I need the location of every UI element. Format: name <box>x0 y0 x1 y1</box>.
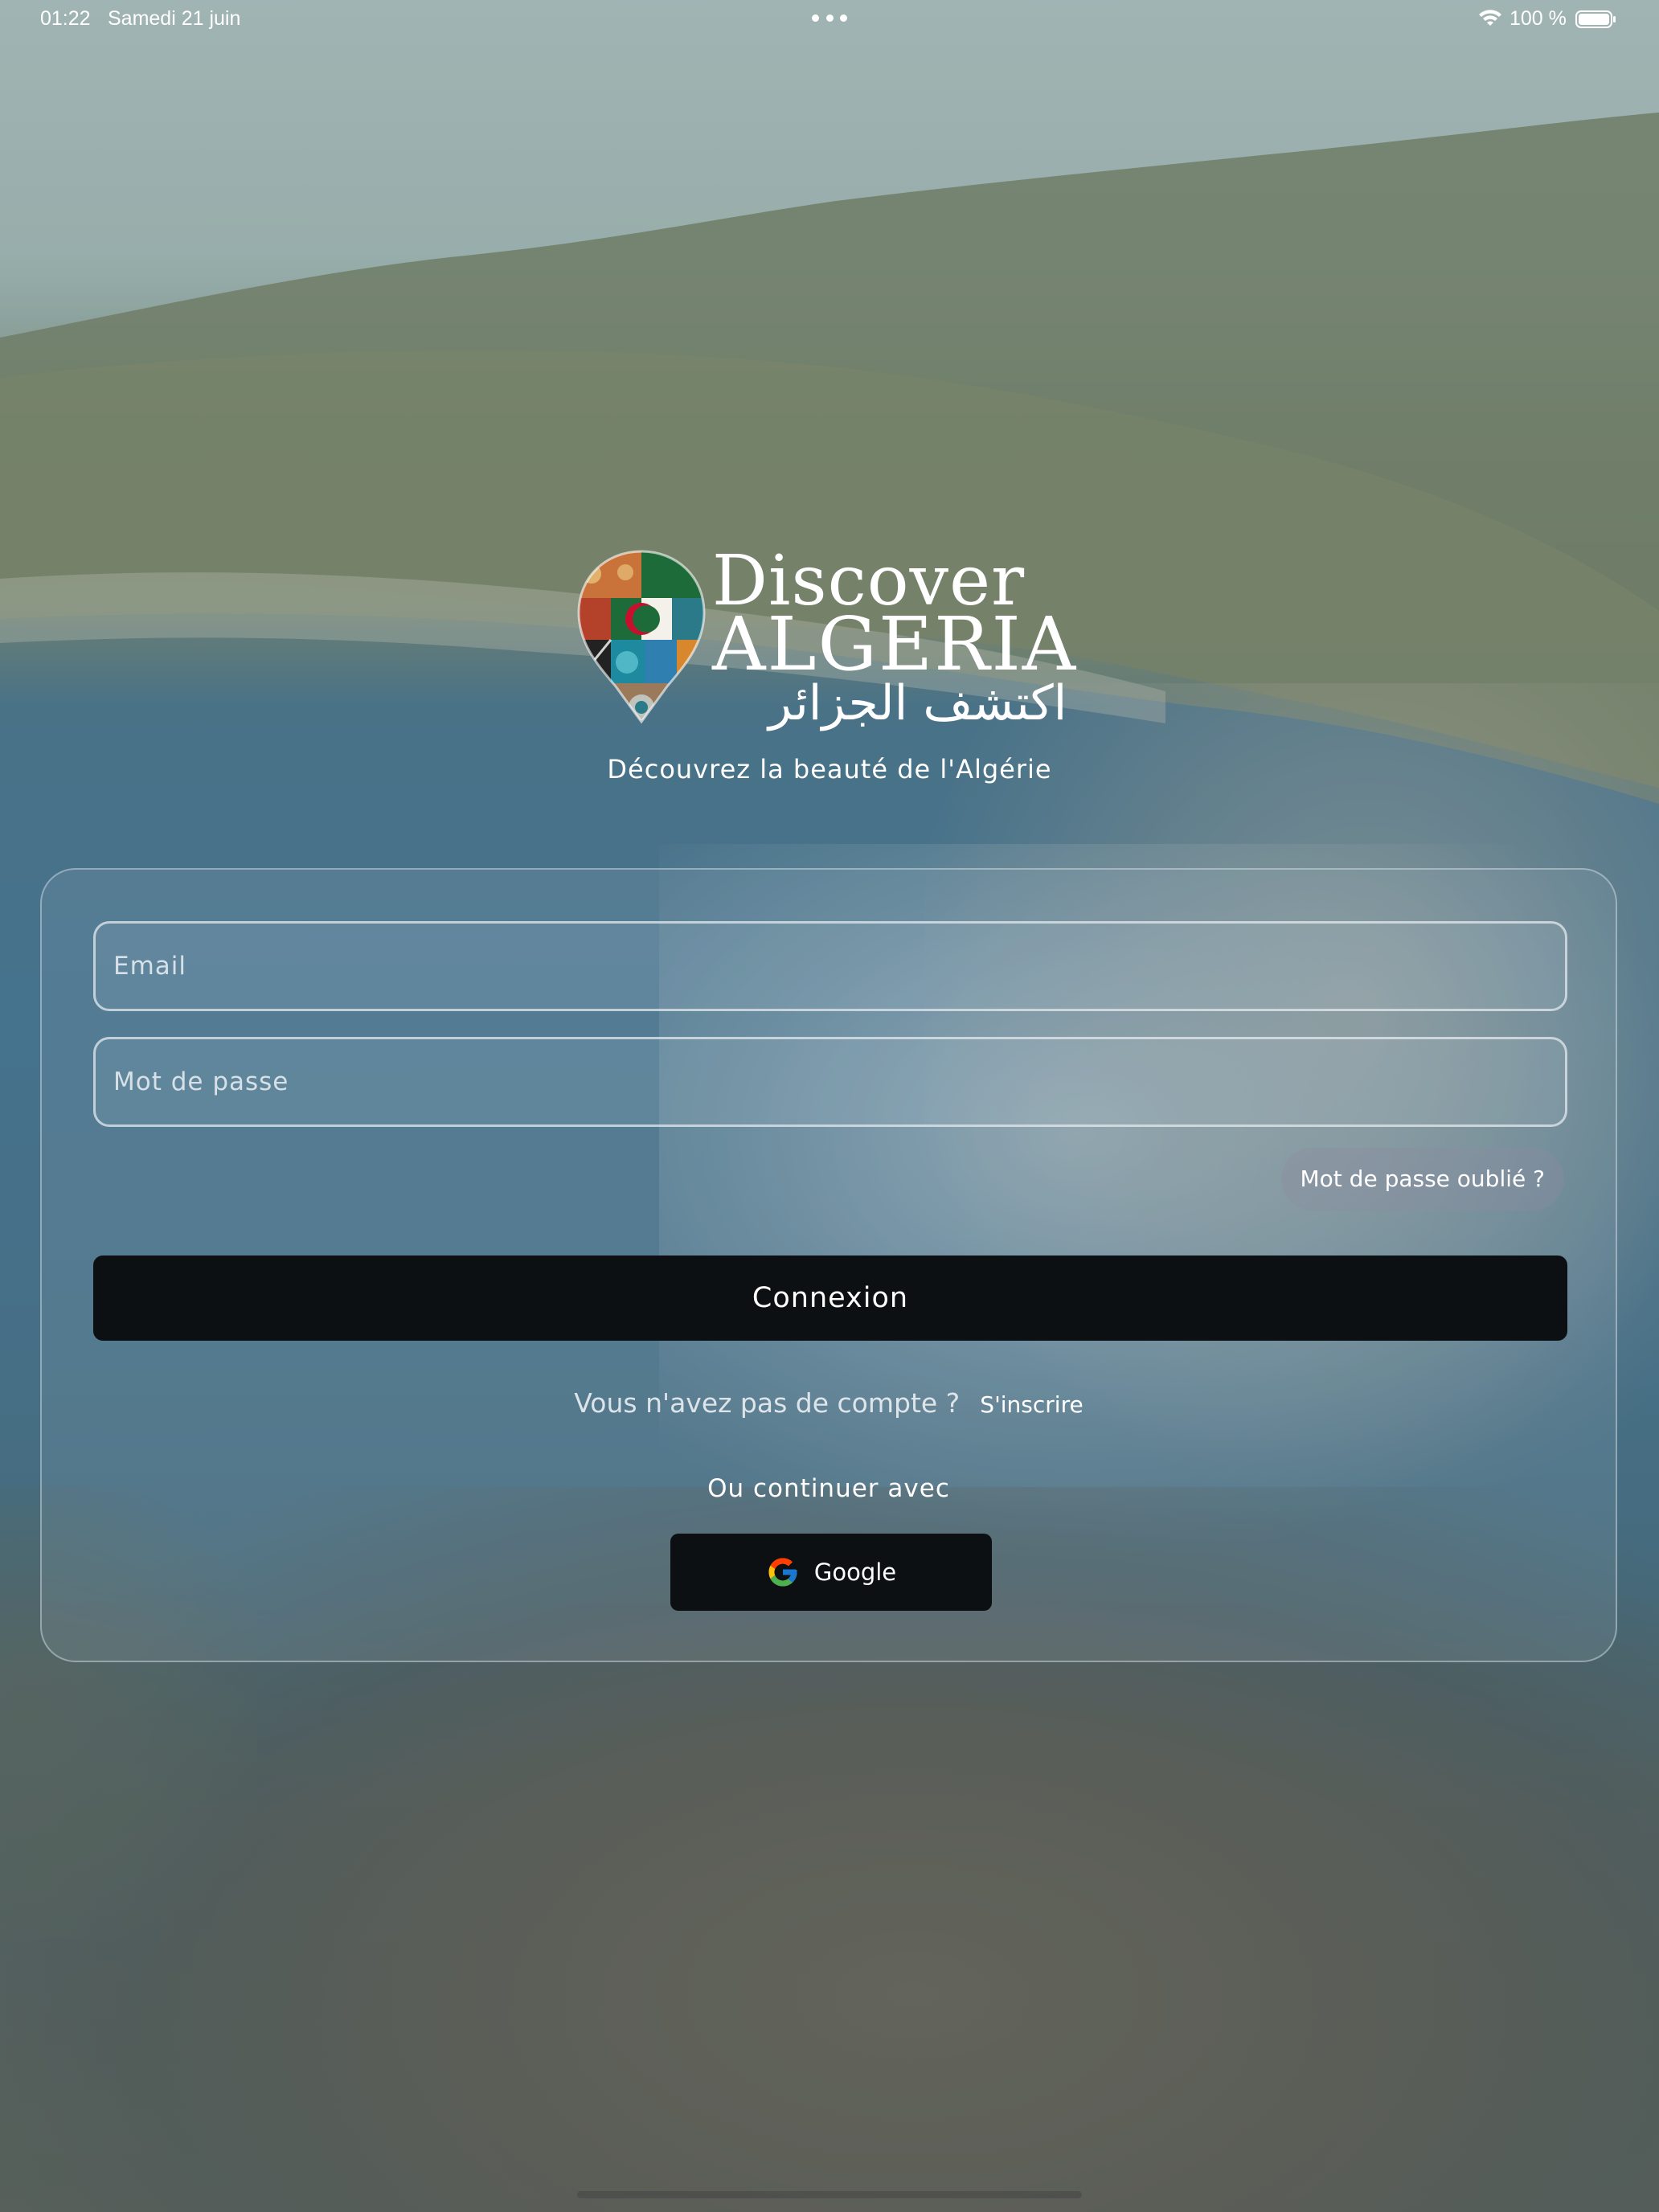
email-field[interactable] <box>93 921 1567 1011</box>
wifi-icon <box>1479 10 1501 26</box>
brand-title-arabic: اكتشف الجزائر <box>768 675 1067 731</box>
discover-algeria-logo: Discover ALGERIA اكتشف الجزائر <box>576 547 1090 739</box>
password-field[interactable] <box>93 1037 1567 1127</box>
map-pin-mosaic-logo <box>577 550 706 724</box>
signup-prompt: Vous n'avez pas de compte ? <box>574 1387 961 1419</box>
signup-row: Vous n'avez pas de compte ? S'inscrire <box>42 1387 1616 1419</box>
google-signin-button[interactable]: Google <box>670 1534 992 1611</box>
signup-link[interactable]: S'inscrire <box>980 1391 1083 1418</box>
continue-with-label: Ou continuer avec <box>707 1474 950 1503</box>
status-time: 01:22 <box>40 7 91 30</box>
google-g-icon <box>768 1558 797 1587</box>
status-bar: 01:22 Samedi 21 juin 100 % <box>0 0 1659 39</box>
status-date: Samedi 21 juin <box>108 7 241 30</box>
brand-tagline: Découvrez la beauté de l'Algérie <box>607 754 1052 784</box>
login-card: Mot de passe oublié ? Connexion Vous n'a… <box>40 868 1617 1662</box>
battery-percentage: 100 % <box>1509 7 1567 30</box>
background-sky <box>0 0 1659 418</box>
login-button[interactable]: Connexion <box>93 1256 1567 1341</box>
battery-icon <box>1575 10 1616 28</box>
google-button-label: Google <box>813 1559 897 1586</box>
forgot-password-button[interactable]: Mot de passe oublié ? <box>1280 1148 1564 1210</box>
login-screen: 01:22 Samedi 21 juin 100 % Discover ALGE… <box>0 0 1659 2212</box>
more-dots-icon[interactable] <box>812 14 847 23</box>
brand-title-line2: ALGERIA <box>712 601 1078 687</box>
background-cliffs <box>0 113 1659 804</box>
home-indicator[interactable] <box>577 2191 1082 2198</box>
